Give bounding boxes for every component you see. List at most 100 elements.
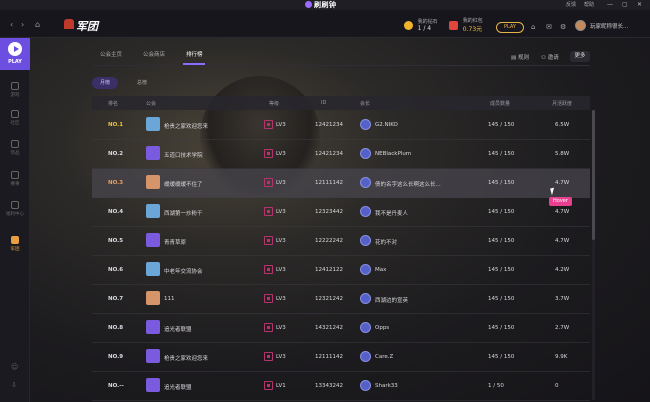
sidebar-item-label: 游戏: [10, 93, 20, 98]
leader-avatar[interactable]: [360, 119, 371, 130]
game-icon: [11, 82, 19, 90]
table-row[interactable]: NO.8 追光者联盟 LV3 14321242 Opps 145 / 150 2.7W: [92, 314, 590, 343]
sidebar-item-label: 军团: [10, 247, 20, 252]
sidebar-item-game[interactable]: 游戏: [0, 82, 30, 98]
leader-avatar[interactable]: [360, 235, 371, 246]
sidebar-item-label: 社区: [10, 121, 20, 126]
club-name-cell[interactable]: 西湖第一炒粉干: [164, 209, 203, 217]
vip-badge[interactable]: PLAY: [496, 22, 524, 33]
table-row[interactable]: NO.4 西湖第一炒粉干 LV3 12323442 我不是丹麦人 145 / 150 4.7…: [92, 198, 590, 227]
feedback-link[interactable]: 反馈: [566, 1, 576, 8]
home-icon[interactable]: ⌂: [35, 20, 40, 29]
red-packet-icon: [449, 20, 459, 30]
table-row[interactable]: NO.9 枪贵之家欢迎您来 LV3 12111142 Care.Z 145 / 150 9.…: [92, 343, 590, 372]
club-name-cell[interactable]: 中老年交流协会: [164, 267, 203, 275]
friends-icon[interactable]: ☺: [11, 363, 18, 371]
leader-avatar[interactable]: [360, 351, 371, 362]
mail-icon[interactable]: ✉: [546, 23, 552, 31]
table-row[interactable]: NO.2 五道口技术学院 LV3 12421234 NEBlackPlum 145 / 1…: [92, 140, 590, 169]
table-row[interactable]: NO.7 111 LV3 12321242 西湖边的宣英 145 / 150 3.7W: [92, 285, 590, 314]
table-row[interactable]: NO.6 中老年交流协会 LV3 12412122 Max 145 / 150 4.2W: [92, 256, 590, 285]
tab-guild-home[interactable]: 公会主页: [100, 50, 122, 58]
more-button[interactable]: 更多: [570, 51, 590, 62]
store-icon[interactable]: ⌂: [531, 23, 535, 31]
rules-label: 规则: [517, 55, 529, 61]
maximize-button[interactable]: ▢: [622, 1, 628, 8]
leader-avatar[interactable]: [360, 293, 371, 304]
rank-cell: NO.2: [108, 151, 124, 157]
leader-cell[interactable]: 花的不对: [375, 238, 397, 246]
leader-cell[interactable]: 西湖边的宣英: [375, 296, 408, 304]
level-badge-icon: [264, 294, 273, 303]
members-cell: 1 / 50: [488, 383, 504, 389]
leader-cell[interactable]: Max: [375, 267, 386, 273]
table-row[interactable]: NO.1 枪贵之家欢迎您来 LV3 12421234 G2.NIKO 145 / 150 6…: [92, 111, 590, 140]
leader-cell[interactable]: Care.Z: [375, 354, 393, 360]
forward-arrow-icon[interactable]: ›: [21, 20, 24, 29]
members-cell: 145 / 150: [488, 267, 515, 273]
coins-value: 0.73元: [462, 26, 483, 33]
community-icon: [11, 110, 19, 118]
sidebar-item-community[interactable]: 社区: [0, 110, 30, 126]
sidebar-item-label: 饰品: [10, 151, 20, 156]
club-name-cell[interactable]: 缓缓缓缓不住了: [164, 180, 203, 188]
leader-cell[interactable]: 我不是丹麦人: [375, 209, 408, 217]
leader-avatar[interactable]: [360, 177, 371, 188]
id-cell: 14321242: [315, 325, 343, 331]
rank-cell: NO.4: [108, 209, 124, 215]
sidebar-item-skin[interactable]: 饰品: [0, 140, 30, 156]
level-cell: LV3: [276, 267, 286, 273]
user-avatar[interactable]: [575, 20, 586, 31]
play-label: PLAY: [8, 59, 22, 65]
sidebar-item-label: 赛事: [10, 182, 20, 187]
gems-panel[interactable]: 我的钻石 1 / 4 我的红包 0.73元: [404, 17, 483, 33]
level-badge-icon: [264, 149, 273, 158]
leader-avatar[interactable]: [360, 148, 371, 159]
club-name-cell[interactable]: 追光者联盟: [164, 325, 192, 333]
table-row[interactable]: NO.-- 追光者联盟 LV1 13343242 Shark33 1 / 50 0: [92, 372, 590, 401]
close-button[interactable]: ✕: [637, 1, 642, 8]
sidebar-item-legion[interactable]: 军团: [0, 236, 30, 252]
invite-label: 邀请: [547, 55, 559, 61]
settings-gear-icon[interactable]: ⚙: [560, 23, 566, 31]
invite-button[interactable]: ⚇ 邀请: [541, 53, 559, 61]
id-cell: 13343242: [315, 383, 343, 389]
skin-icon: [11, 140, 19, 148]
club-name-cell[interactable]: 五道口技术学院: [164, 151, 203, 159]
leader-avatar[interactable]: [360, 206, 371, 217]
leader-cell[interactable]: 债的名字这么长啊这么长...: [375, 180, 441, 188]
table-row[interactable]: NO.3 缓缓缓缓不住了 LV3 12111142 债的名字这么长啊这么长... 145 …: [92, 169, 590, 198]
download-icon[interactable]: ⇩: [11, 381, 17, 389]
level-cell: LV3: [276, 238, 286, 244]
club-name-cell[interactable]: 青青草原: [164, 238, 186, 246]
minimize-button[interactable]: —: [607, 1, 613, 8]
club-name-cell[interactable]: 枪贵之家欢迎您来: [164, 354, 208, 362]
help-link[interactable]: 帮助: [584, 1, 594, 8]
scrollbar-thumb[interactable]: [592, 110, 595, 240]
leader-cell[interactable]: NEBlackPlum: [375, 151, 411, 157]
club-name-cell[interactable]: 追光者联盟: [164, 383, 192, 391]
leader-cell[interactable]: Opps: [375, 325, 389, 331]
leader-avatar[interactable]: [360, 322, 371, 333]
club-name-cell[interactable]: 111: [164, 296, 175, 302]
total-rank-tab[interactable]: 总榜: [130, 77, 154, 89]
members-cell: 145 / 150: [488, 209, 515, 215]
sidebar-item-events[interactable]: 赛事: [0, 171, 30, 187]
play-button[interactable]: PLAY: [0, 38, 30, 70]
rank-cell: NO.8: [108, 325, 124, 331]
rules-button[interactable]: ▤ 规则: [511, 53, 529, 61]
club-name-cell[interactable]: 枪贵之家欢迎您来: [164, 122, 208, 130]
back-arrow-icon[interactable]: ‹: [10, 20, 13, 29]
username[interactable]: 玩家昵称很长...: [590, 22, 648, 30]
club-emblem-icon: [146, 291, 160, 305]
leader-cell[interactable]: Shark33: [375, 383, 398, 389]
leader-avatar[interactable]: [360, 264, 371, 275]
leader-avatar[interactable]: [360, 380, 371, 391]
sidebar-item-welfare[interactable]: 福利中心: [0, 201, 30, 217]
tab-leaderboard[interactable]: 排行榜: [186, 50, 203, 58]
leader-cell[interactable]: G2.NIKO: [375, 122, 398, 128]
monthly-rank-tab[interactable]: 月榜: [92, 77, 118, 89]
tab-guild-shop[interactable]: 公会商店: [143, 50, 165, 58]
legion-logo: 军团: [62, 16, 106, 34]
table-row[interactable]: NO.5 青青草原 LV3 12222242 花的不对 145 / 150 4.7W: [92, 227, 590, 256]
